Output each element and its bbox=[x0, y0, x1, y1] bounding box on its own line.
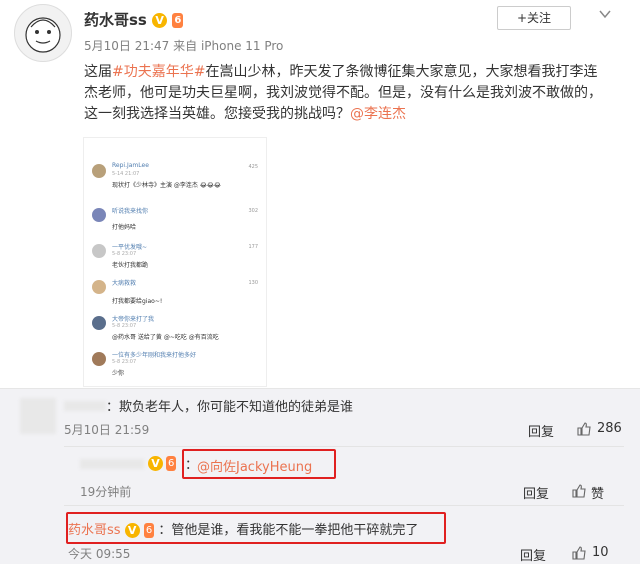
highlight-box bbox=[182, 449, 336, 479]
list-item-name: 一位有多少年刚和我来打他多好 bbox=[112, 352, 197, 359]
reply-time: 19分钟前 bbox=[80, 485, 132, 499]
commenter-name[interactable] bbox=[64, 401, 106, 411]
post-image[interactable]: Repi.JamLee 5-14 21:07 现状打《少林寺》主演 @李连杰 😂… bbox=[84, 138, 266, 386]
verified-badge-icon: V bbox=[148, 456, 163, 471]
post-source: 来自 iPhone 11 Pro bbox=[173, 39, 284, 53]
avatar bbox=[92, 244, 106, 258]
hashtag-link[interactable]: #功夫嘉年华# bbox=[112, 64, 205, 80]
highlight-box bbox=[66, 512, 446, 544]
list-item: Repi.JamLee 5-14 21:07 现状打《少林寺》主演 @李连杰 😂… bbox=[84, 158, 266, 198]
divider bbox=[64, 446, 624, 447]
thumbs-up-icon bbox=[572, 484, 586, 498]
avatar-face-icon bbox=[25, 17, 61, 53]
thumbs-up-icon bbox=[572, 546, 586, 560]
follow-label: +关注 bbox=[516, 11, 552, 25]
avatar bbox=[92, 316, 106, 330]
list-item-text: 打他妈哈 bbox=[112, 224, 137, 231]
chevron-down-icon[interactable] bbox=[598, 6, 612, 20]
list-item-name: 大病救救 bbox=[112, 280, 137, 287]
post-meta: 5月10日 21:47 来自 iPhone 11 Pro bbox=[84, 37, 283, 54]
list-item-text: 现状打《少林寺》主演 @李连杰 😂😂😂 bbox=[112, 182, 221, 189]
like-label: 赞 bbox=[591, 487, 605, 502]
list-item-name: 听说我来找你 bbox=[112, 208, 149, 215]
list-item-time: 5-8 23:07 bbox=[112, 251, 137, 257]
list-item: 一位有多少年刚和我来打他多好 5-8 23:07 少你 bbox=[84, 346, 266, 386]
verified-badge-icon: V bbox=[152, 13, 168, 28]
commenter-avatar[interactable] bbox=[20, 398, 56, 434]
mention-link[interactable]: @李连杰 bbox=[350, 106, 406, 122]
list-item-name: 大帝你来打了我 bbox=[112, 316, 155, 323]
reply-author-name[interactable] bbox=[80, 459, 144, 469]
list-item: 大病救救 打我都要给giao~! 130 bbox=[84, 274, 266, 314]
list-item: 听说我来找你 打他妈哈 302 bbox=[84, 202, 266, 242]
reply-time: 今天 09:55 bbox=[68, 547, 131, 561]
list-item-name: Repi.JamLee bbox=[112, 162, 149, 169]
post-body: 这届#功夫嘉年华#在嵩山少林，昨天发了条微博征集大家意见，大家想看我打李连杰老师… bbox=[84, 62, 610, 125]
list-item-likes: 130 bbox=[248, 280, 258, 286]
follow-button[interactable]: +关注 bbox=[497, 6, 571, 30]
list-item-time: 5-8 23:07 bbox=[112, 323, 137, 329]
comment-text: ：欺负老年人，你可能不知道他的徒弟是谁 bbox=[106, 400, 354, 415]
level-badge-icon: 6 bbox=[172, 13, 184, 28]
list-item-likes: 425 bbox=[248, 164, 258, 170]
thumbs-up-icon bbox=[577, 422, 591, 436]
avatar bbox=[92, 352, 106, 366]
list-item-name: 一平优发哦~ bbox=[112, 244, 148, 251]
list-item-likes: 177 bbox=[248, 244, 258, 250]
list-item-text: 打我都要给giao~! bbox=[112, 298, 163, 305]
post-text-1: 这届 bbox=[84, 64, 112, 80]
post-author-name[interactable]: 药水哥ss bbox=[84, 11, 147, 29]
avatar bbox=[92, 280, 106, 294]
list-item: 一平优发哦~ 5-8 23:07 老伙打我都跪 177 bbox=[84, 238, 266, 278]
post-timestamp[interactable]: 5月10日 21:47 bbox=[84, 39, 169, 53]
reply-button[interactable]: 回复 bbox=[520, 545, 546, 564]
reply-button[interactable]: 回复 bbox=[523, 483, 549, 502]
level-badge-icon: 6 bbox=[166, 456, 177, 471]
like-count: 286 bbox=[597, 421, 622, 436]
divider bbox=[64, 505, 624, 506]
list-item-text: 老伙打我都跪 bbox=[112, 262, 149, 269]
like-count: 10 bbox=[592, 545, 609, 560]
reply-button[interactable]: 回复 bbox=[528, 421, 554, 440]
avatar bbox=[92, 208, 106, 222]
comment-time: 5月10日 21:59 bbox=[64, 423, 150, 437]
list-item-time: 5-8 23:07 bbox=[112, 359, 137, 365]
list-item-time: 5-14 21:07 bbox=[112, 171, 140, 177]
avatar bbox=[92, 164, 106, 178]
post-author-row: 药水哥ss V 6 bbox=[84, 9, 184, 30]
list-item-likes: 302 bbox=[248, 208, 258, 214]
list-item-text: 少你 bbox=[112, 370, 125, 377]
list-item: 大帝你来打了我 5-8 23:07 @药水哥 送给了黄 @~吃吃 @有百流吃 bbox=[84, 310, 266, 350]
author-avatar[interactable] bbox=[14, 4, 72, 62]
list-item-text: @药水哥 送给了黄 @~吃吃 @有百流吃 bbox=[112, 334, 219, 341]
